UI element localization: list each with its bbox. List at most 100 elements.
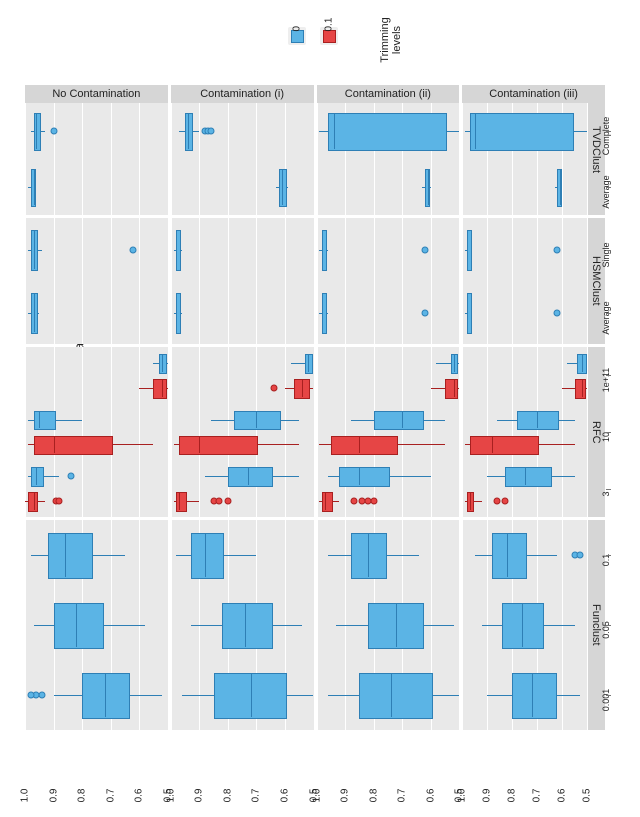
whisker (279, 420, 299, 421)
whisker (567, 363, 577, 364)
box (34, 113, 42, 150)
plot-area (462, 218, 587, 344)
whisker (182, 695, 213, 696)
box (34, 411, 56, 431)
box (228, 467, 273, 487)
plot-area (462, 103, 587, 215)
median (245, 603, 246, 647)
x-tick-label: 0.5 (582, 789, 593, 813)
box (176, 492, 187, 512)
box (351, 533, 387, 579)
whisker (562, 388, 574, 389)
whisker (351, 420, 374, 421)
median (76, 603, 77, 647)
box (470, 113, 574, 150)
outlier (270, 384, 277, 391)
x-tick-label: 0.7 (105, 789, 116, 813)
whisker (482, 625, 502, 626)
panel-TVDClust-1: Contamination (i) (171, 85, 314, 215)
median (359, 436, 360, 454)
outlier (350, 498, 357, 505)
box (191, 533, 224, 579)
plot-area (25, 218, 168, 344)
median (205, 533, 206, 577)
x-tick-label: 1.0 (20, 789, 31, 813)
plot-area (171, 347, 314, 517)
x-tick-label: 0.9 (194, 789, 205, 813)
whisker (256, 444, 299, 445)
whisker (497, 420, 517, 421)
median (454, 379, 455, 397)
median (248, 467, 249, 485)
box (34, 436, 113, 456)
median (507, 533, 508, 577)
median (525, 467, 526, 485)
outlier (421, 246, 428, 253)
median (537, 411, 538, 429)
whisker (388, 476, 431, 477)
x-tick-label: 0.6 (134, 789, 145, 813)
plot-area (317, 347, 460, 517)
x-tick-label: 0.6 (425, 789, 436, 813)
plot-area (171, 103, 314, 215)
median (322, 230, 323, 270)
whisker (557, 420, 574, 421)
median (368, 533, 369, 577)
plot-area (171, 218, 314, 344)
y-tick-label: Average (601, 175, 611, 208)
x-tick-label: 0.6 (557, 789, 568, 813)
median (162, 354, 163, 372)
box (339, 467, 390, 487)
panel-HSMClust-1 (171, 218, 314, 344)
plot-area (317, 520, 460, 730)
x-tick-label: 0.8 (77, 789, 88, 813)
facet-column-label: Contamination (ii) (317, 85, 460, 103)
whisker (436, 363, 450, 364)
median (475, 113, 476, 148)
facet-grid: No ContaminationContamination (i)Contami… (25, 85, 605, 782)
box (445, 379, 458, 399)
legend-label-1: 0.1 (324, 12, 335, 32)
whisker (319, 444, 330, 445)
plot-area (317, 218, 460, 344)
whisker (42, 476, 59, 477)
whisker (291, 363, 305, 364)
y-tick-row: 1e+11103 (606, 347, 640, 517)
median (359, 467, 360, 485)
plot-area (171, 520, 314, 730)
median (256, 411, 257, 429)
outlier (576, 551, 583, 558)
whisker (205, 476, 228, 477)
outlier (50, 128, 57, 135)
whisker (525, 555, 557, 556)
panel-Funclust-2 (317, 520, 460, 730)
legend-items: 0 0.1 (282, 10, 344, 45)
median (176, 293, 177, 333)
whisker (191, 625, 222, 626)
box (575, 379, 587, 399)
x-tick-label: 0.8 (368, 789, 379, 813)
median (34, 492, 35, 510)
panel-Funclust-1 (171, 520, 314, 730)
box (492, 533, 526, 579)
outlier (554, 246, 561, 253)
whisker (285, 695, 314, 696)
plot-area (462, 520, 587, 730)
panel-TVDClust-0: No Contamination (25, 85, 168, 215)
plot-area (317, 103, 460, 215)
median (582, 354, 583, 372)
whisker (487, 476, 504, 477)
median (322, 293, 323, 333)
whisker (475, 555, 492, 556)
x-tick-label: 1.0 (165, 789, 176, 813)
whisker (422, 625, 453, 626)
whisker (396, 444, 445, 445)
median (251, 673, 252, 717)
y-tick-row: 0.10.050.001 (606, 520, 640, 730)
x-tick-label: 0.9 (482, 789, 493, 813)
legend-item-1: 0.1 (314, 10, 344, 45)
legend-item-0: 0 (282, 10, 312, 45)
panel-RFC-3: RFC (462, 347, 605, 517)
whisker (555, 695, 580, 696)
median (282, 169, 283, 204)
